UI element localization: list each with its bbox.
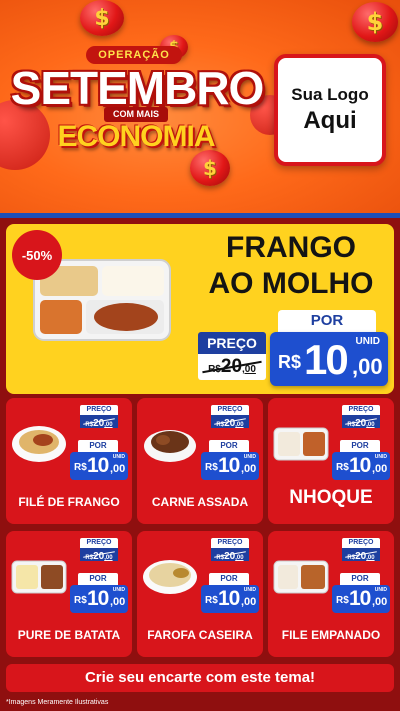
new-price: R$ 10,00 UNID (332, 585, 390, 613)
logo-placeholder[interactable]: Sua Logo Aqui (274, 54, 386, 166)
campaign-title: OPERAÇÃO SETEMBRO COM MAIS ECONOMIA (6, 36, 268, 186)
old-price-cents: ,00 (104, 555, 113, 561)
old-price-cents: ,00 (366, 422, 375, 428)
product-card[interactable]: PREÇO R$20,00 POR R$ 10,00 UNID NHOQUE (268, 398, 394, 524)
new-price-label: POR (340, 573, 380, 585)
unit-label: UNID (112, 454, 125, 460)
product-grid: PREÇO R$20,00 POR R$ 10,00 UNID FILÉ DE FR… (6, 398, 394, 660)
bowl-dish-icon (12, 426, 66, 462)
new-price-cents: ,00 (352, 354, 383, 379)
old-price-label: PREÇO (211, 405, 249, 415)
bowl-dish-icon (144, 430, 196, 462)
featured-name: FRANGO AO MOLHO (196, 230, 386, 302)
unit-label: UNID (112, 587, 125, 593)
featured-product[interactable]: -50% FRANGO AO MOLHO PREÇO R$20,00 POR R… (6, 224, 394, 394)
product-name: CARNE ASSADA (151, 495, 249, 509)
product-card[interactable]: PREÇO R$20,00 POR R$ 10,00 UNID CARNE ASSA… (137, 398, 263, 524)
unit-label: UNID (374, 587, 387, 593)
old-price-cents: ,00 (235, 422, 244, 428)
unit-label: UNID (243, 587, 256, 593)
product-name: FILÉ DE FRANGO (18, 495, 120, 509)
old-price: R$20,00 (342, 548, 380, 562)
new-price-integer: 10 (87, 587, 109, 610)
new-price-integer: 10 (304, 336, 349, 383)
disclaimer-text: *Imagens Meramente Ilustrativas (6, 699, 109, 706)
new-price-label: POR (209, 573, 249, 585)
old-price: R$20,00 (211, 415, 249, 429)
product-name: FILE EMPANADO (281, 628, 381, 642)
product-name: NHOQUE (289, 487, 373, 508)
old-price-cents: ,00 (104, 422, 113, 428)
new-price-integer: 10 (87, 454, 109, 477)
new-price-currency: R$ (74, 595, 87, 606)
new-price-currency: R$ (74, 462, 87, 473)
old-price: R$20,00 (198, 354, 266, 380)
unit-label: UNID (355, 336, 380, 347)
new-price-label: POR (209, 440, 249, 452)
product-card[interactable]: PREÇO R$20,00 POR R$ 10,00 UNID FAROFA CAS… (137, 531, 263, 657)
old-price-label: PREÇO (80, 405, 118, 415)
featured-name-line1: FRANGO (226, 231, 356, 264)
product-name: FAROFA CASEIRA (147, 628, 253, 642)
new-price: R$ 10,00 UNID (70, 452, 128, 480)
tray-dish-icon (11, 560, 67, 594)
old-price-label: PREÇO (80, 538, 118, 548)
new-price-label: POR (78, 573, 118, 585)
coin-icon: $ (352, 2, 398, 42)
product-card[interactable]: PREÇO R$20,00 POR R$ 10,00 UNID FILÉ DE FR… (6, 398, 132, 524)
old-price-cents: ,00 (235, 555, 244, 561)
discount-badge: -50% (12, 230, 62, 280)
product-name: PURE DE BATATA (17, 628, 121, 642)
new-price-integer: 10 (349, 587, 371, 610)
featured-name-line2: AO MOLHO (208, 267, 374, 300)
headline-economia: ECONOMIA (57, 120, 216, 153)
new-price: R$ 10,00 UNID (201, 585, 259, 613)
old-price-cents: ,00 (366, 555, 375, 561)
new-price-integer: 10 (218, 587, 240, 610)
new-price-cents: ,00 (241, 596, 257, 608)
new-price-label: POR (340, 440, 380, 452)
new-price-label: POR (278, 310, 376, 332)
unit-label: UNID (374, 454, 387, 460)
new-price-integer: 10 (218, 454, 240, 477)
old-price: R$20,00 (80, 415, 118, 429)
new-price-cents: ,00 (372, 596, 388, 608)
unit-label: UNID (243, 454, 256, 460)
new-price-label: POR (78, 440, 118, 452)
old-price: R$20,00 (342, 415, 380, 429)
new-price-currency: R$ (278, 352, 302, 372)
product-card[interactable]: PREÇO R$20,00 POR R$ 10,00 UNID PURE DE BA… (6, 531, 132, 657)
old-price-label: PREÇO (342, 538, 380, 548)
old-price: R$20,00 (80, 548, 118, 562)
old-price-label: PREÇO (211, 538, 249, 548)
new-price-currency: R$ (336, 595, 349, 606)
new-price-cents: ,00 (241, 463, 257, 475)
hero-banner: $ $ $ $ OPERAÇÃO SETEMBRO COM MAIS ECONO… (0, 0, 400, 215)
old-price-label: PREÇO (342, 405, 380, 415)
divider-stripe (0, 213, 400, 218)
coin-icon: $ (80, 0, 124, 36)
new-price-cents: ,00 (110, 596, 126, 608)
new-price-currency: R$ (205, 595, 218, 606)
new-price-integer: 10 (349, 454, 371, 477)
logo-text-line1: Sua Logo (291, 85, 369, 104)
new-price: R$ 10 ,00 UNID (270, 332, 388, 386)
old-price: R$20,00 (211, 548, 249, 562)
product-card[interactable]: PREÇO R$20,00 POR R$ 10,00 UNID FILE EMPAN… (268, 531, 394, 657)
old-price-label: PREÇO (198, 332, 266, 354)
new-price-cents: ,00 (372, 463, 388, 475)
tray-dish-icon (273, 427, 329, 461)
tray-dish-icon (273, 560, 329, 594)
new-price: R$ 10,00 UNID (332, 452, 390, 480)
new-price-cents: ,00 (110, 463, 126, 475)
bowl-dish-icon (143, 560, 197, 594)
new-price-currency: R$ (336, 462, 349, 473)
new-price-currency: R$ (205, 462, 218, 473)
create-flyer-button[interactable]: Crie seu encarte com este tema! (6, 664, 394, 692)
new-price: R$ 10,00 UNID (70, 585, 128, 613)
new-price: R$ 10,00 UNID (201, 452, 259, 480)
logo-text-line2: Aqui (303, 107, 357, 134)
